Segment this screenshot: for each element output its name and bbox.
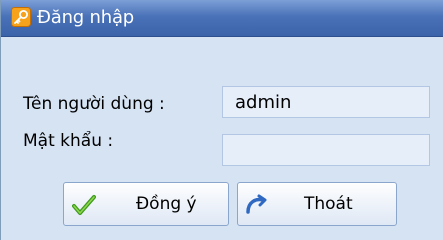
title-bar[interactable]: Đăng nhập: [1, 0, 443, 37]
window-title: Đăng nhập: [37, 7, 135, 28]
ok-button-label: Đồng ý: [136, 194, 197, 214]
login-dialog: Đăng nhập Tên người dùng : Mật khẩu : Đồ…: [0, 0, 443, 240]
exit-button-label: Thoát: [304, 194, 353, 214]
exit-button[interactable]: Thoát: [237, 182, 397, 226]
checkmark-icon: [72, 194, 96, 216]
exit-arrow-icon: [244, 194, 268, 216]
password-field[interactable]: [222, 134, 430, 166]
key-icon: [11, 7, 31, 27]
ok-button[interactable]: Đồng ý: [63, 182, 229, 226]
username-label: Tên người dùng :: [23, 94, 165, 114]
username-field[interactable]: [222, 86, 430, 118]
password-label: Mật khẩu :: [23, 131, 114, 151]
